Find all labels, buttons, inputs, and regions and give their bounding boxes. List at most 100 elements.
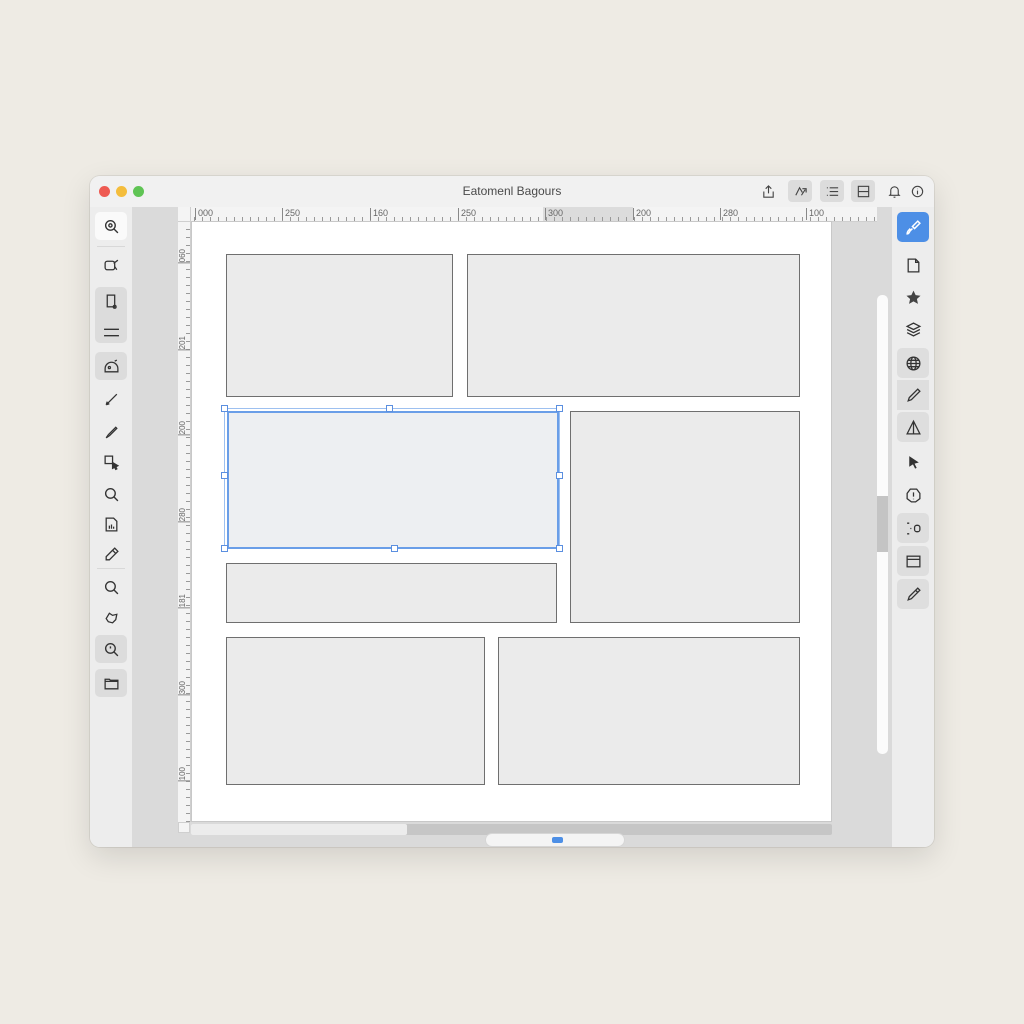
- pencil-icon: [906, 387, 921, 402]
- current-page-dot[interactable]: [552, 837, 563, 843]
- line-tool[interactable]: [95, 318, 127, 346]
- magnify-tool[interactable]: [95, 573, 127, 601]
- format-brush-tool[interactable]: [897, 212, 929, 242]
- rotate-icon: [794, 186, 807, 196]
- canvas-area[interactable]: 000 250 160 250 300 200 280 100 060 201 …: [132, 207, 892, 847]
- share-icon: [762, 184, 774, 198]
- zoom-target-icon: [104, 219, 118, 233]
- eyedropper-icon: [105, 546, 119, 560]
- transform-tool[interactable]: [95, 603, 127, 631]
- lasso-tool[interactable]: [95, 251, 127, 279]
- search-icon: [104, 487, 118, 501]
- panel-1[interactable]: [226, 254, 453, 397]
- resize-handle-e[interactable]: [556, 472, 563, 479]
- pen-tool[interactable]: [95, 385, 127, 413]
- layout-toggle-button[interactable]: [851, 180, 875, 202]
- zoom-select-tool[interactable]: [95, 212, 127, 240]
- resize-handle-se[interactable]: [556, 545, 563, 552]
- paintbrush-icon: [905, 219, 921, 235]
- pencil-tool[interactable]: [897, 380, 929, 410]
- ruler-mark: 280: [178, 508, 190, 523]
- triangle-tool[interactable]: [897, 412, 929, 442]
- web-tool[interactable]: [897, 348, 929, 378]
- edit-pencil-icon: [906, 586, 921, 601]
- node-tool[interactable]: [897, 513, 929, 543]
- folder-tool[interactable]: [95, 669, 127, 697]
- ruler-corner-bottom: [178, 822, 190, 833]
- ruler-mark: 300: [545, 208, 563, 220]
- list-icon: [826, 186, 838, 196]
- ruler-mark: 100: [178, 767, 190, 782]
- resize-handle-ne[interactable]: [556, 405, 563, 412]
- shape-tool[interactable]: [95, 352, 127, 380]
- select-icon: [103, 454, 119, 470]
- brush-tool[interactable]: [95, 417, 127, 445]
- ruler-mark: 200: [178, 421, 190, 436]
- left-toolbar: [90, 207, 132, 847]
- ruler-mark: 100: [806, 208, 824, 220]
- rotate-button[interactable]: [788, 180, 812, 202]
- favorite-tool[interactable]: [897, 282, 929, 312]
- resize-handle-n[interactable]: [386, 405, 393, 412]
- resize-handle-nw[interactable]: [221, 405, 228, 412]
- notifications-button[interactable]: [882, 180, 906, 202]
- layers-icon: [905, 321, 921, 337]
- resize-handle-s[interactable]: [391, 545, 398, 552]
- alert-tool[interactable]: [897, 480, 929, 510]
- cursor-icon: [908, 455, 919, 469]
- pointer-tool[interactable]: [897, 447, 929, 477]
- page-indicator[interactable]: [486, 834, 624, 846]
- layers-tool[interactable]: [897, 314, 929, 344]
- alert-icon: [905, 487, 921, 503]
- eyedropper-tool[interactable]: [95, 540, 127, 568]
- right-toolbar: [892, 207, 934, 847]
- ruler-mark: 201: [178, 336, 190, 351]
- panel-2[interactable]: [467, 254, 800, 397]
- ruler-mark: 060: [178, 249, 190, 264]
- page-tool[interactable]: [897, 250, 929, 280]
- zoom-in-tool[interactable]: [95, 635, 127, 663]
- ruler-mark: 250: [458, 208, 476, 220]
- select-transform-tool[interactable]: [95, 448, 127, 476]
- info-button[interactable]: [905, 180, 929, 202]
- panel-4[interactable]: [570, 411, 800, 623]
- ruler-mark: 300: [178, 681, 190, 696]
- magnify-icon: [104, 580, 118, 594]
- layout-split-icon: [857, 185, 869, 197]
- star-icon: [905, 290, 921, 304]
- ruler-corner: [178, 207, 191, 222]
- window-tool[interactable]: [897, 546, 929, 576]
- globe-icon: [905, 355, 921, 371]
- resize-handle-w[interactable]: [221, 472, 228, 479]
- shape-icon: [103, 359, 119, 372]
- ruler-mark: 200: [633, 208, 651, 220]
- ruler-mark: 280: [720, 208, 738, 220]
- share-button[interactable]: [756, 180, 780, 202]
- vertical-scroll-thumb[interactable]: [877, 496, 888, 552]
- panel-3[interactable]: [227, 411, 559, 549]
- panel-7[interactable]: [498, 637, 800, 785]
- list-view-button[interactable]: [820, 180, 844, 202]
- folder-icon: [103, 678, 119, 689]
- app-window: Eatomenl Bagours 000 250 160 250 300 200…: [90, 176, 934, 847]
- page-icon: [907, 257, 919, 273]
- search-tool[interactable]: [95, 480, 127, 508]
- ruler-mark: 181: [178, 594, 190, 609]
- frame-icon: [106, 294, 117, 309]
- panel-6[interactable]: [226, 637, 485, 785]
- transform-icon: [104, 611, 118, 624]
- document-icon: [105, 516, 117, 532]
- edit-tool[interactable]: [897, 579, 929, 609]
- horizontal-scroll-thumb[interactable]: [191, 824, 407, 835]
- horizontal-ruler: 000 250 160 250 300 200 280 100: [178, 207, 877, 222]
- info-icon: [911, 185, 923, 197]
- document-tool[interactable]: [95, 510, 127, 538]
- zoom-in-icon: [104, 642, 118, 656]
- panel-5[interactable]: [226, 563, 557, 623]
- artboard-page[interactable]: [191, 221, 832, 822]
- ruler-mark: 000: [195, 208, 213, 220]
- brush-icon: [105, 425, 118, 438]
- ruler-mark: 160: [370, 208, 388, 220]
- title-bar: Eatomenl Bagours: [90, 176, 934, 207]
- resize-handle-sw[interactable]: [221, 545, 228, 552]
